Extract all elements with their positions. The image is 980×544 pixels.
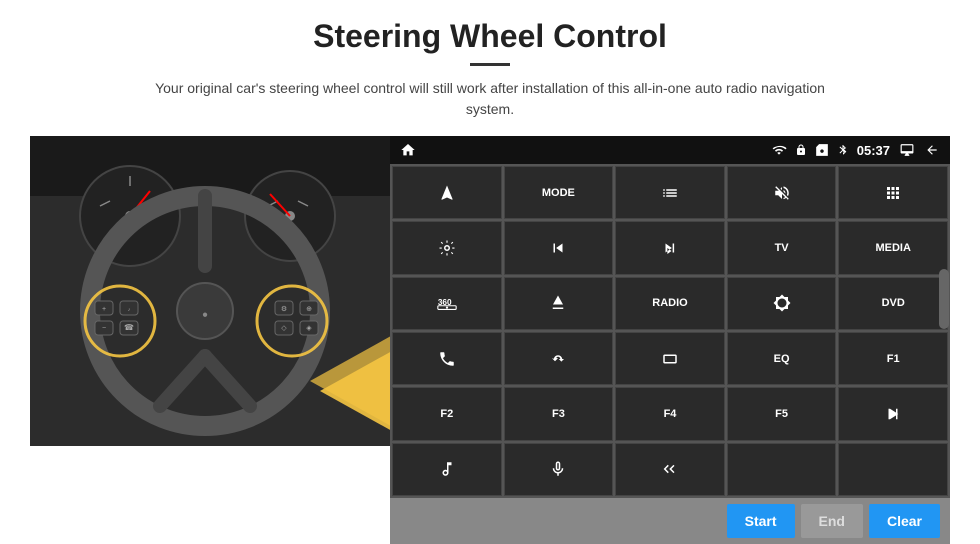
btn-vol-down-up[interactable] [615,443,725,496]
btn-f4[interactable]: F4 [615,387,725,440]
btn-swipe[interactable] [504,332,614,385]
btn-f1[interactable]: F1 [838,332,948,385]
btn-nav[interactable] [392,166,502,219]
steering-wheel-image: ● + − ♪ ☎ ⚙ ◇ ⊕ [30,136,390,446]
btn-list[interactable] [615,166,725,219]
end-button[interactable]: End [801,504,863,538]
svg-text:+: + [102,306,106,313]
status-left [400,142,416,158]
btn-mute[interactable] [727,166,837,219]
svg-text:⚙: ⚙ [281,305,287,313]
svg-text:⊕: ⊕ [306,306,312,313]
back-icon [924,143,940,157]
btn-eject[interactable] [504,277,614,330]
btn-brightness[interactable] [727,277,837,330]
btn-music[interactable] [392,443,502,496]
content-area: ● + − ♪ ☎ ⚙ ◇ ⊕ [30,136,950,544]
clear-button[interactable]: Clear [869,504,940,538]
btn-mic[interactable] [504,443,614,496]
btn-phone[interactable] [392,332,502,385]
page-subtitle: Your original car's steering wheel contr… [140,78,840,120]
btn-prev[interactable] [504,221,614,274]
btn-mode[interactable]: MODE [504,166,614,219]
btn-next[interactable] [615,221,725,274]
lock-icon [795,143,807,157]
btn-settings[interactable] [392,221,502,274]
svg-text:−: − [102,325,106,332]
btn-360cam[interactable]: 360 [392,277,502,330]
svg-text:◈: ◈ [306,325,312,332]
btn-f2[interactable]: F2 [392,387,502,440]
start-button[interactable]: Start [727,504,795,538]
btn-empty1[interactable] [727,443,837,496]
btn-dvd[interactable]: DVD [838,277,948,330]
screen-icon [898,143,916,157]
button-grid: MODE [390,164,950,498]
btn-tv[interactable]: TV [727,221,837,274]
btn-playpause[interactable] [838,387,948,440]
page-title: Steering Wheel Control [313,18,667,55]
btn-media[interactable]: MEDIA [838,221,948,274]
title-divider [470,63,510,66]
page-container: Steering Wheel Control Your original car… [0,0,980,544]
status-bar: 05:37 [390,136,950,164]
scroll-indicator [939,269,949,329]
svg-text:●: ● [202,310,208,321]
wifi-icon [771,143,787,157]
status-right: 05:37 [771,143,940,158]
btn-eq[interactable]: EQ [727,332,837,385]
btn-f3[interactable]: F3 [504,387,614,440]
clock-display: 05:37 [857,143,890,158]
btn-apps[interactable] [838,166,948,219]
sim-icon [815,143,829,157]
head-unit-panel: 05:37 MODE [390,136,950,544]
svg-text:◇: ◇ [281,325,287,332]
btn-radio[interactable]: RADIO [615,277,725,330]
bottom-bar: Start End Clear [390,498,950,544]
btn-f5[interactable]: F5 [727,387,837,440]
btn-empty2[interactable] [838,443,948,496]
svg-text:☎: ☎ [124,323,134,332]
home-icon [400,142,416,158]
btn-rectangle[interactable] [615,332,725,385]
bluetooth-icon [837,143,849,157]
